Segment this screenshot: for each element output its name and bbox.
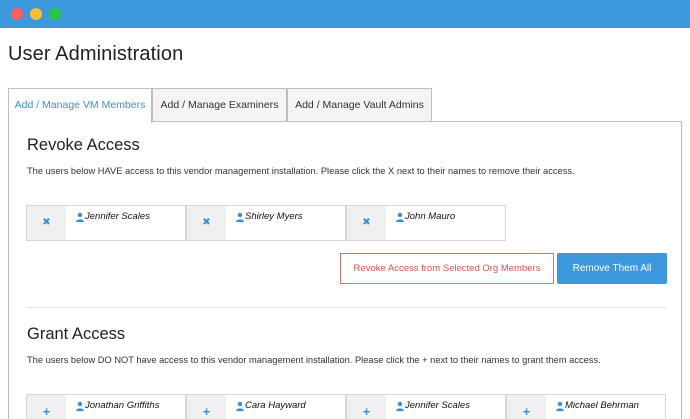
person-icon (396, 212, 404, 222)
person-icon (396, 401, 404, 411)
revoke-member-card: ✖ John Mauro (346, 205, 506, 241)
add-plus-icon[interactable]: + (187, 395, 226, 419)
person-icon (76, 212, 84, 222)
section-divider (27, 307, 667, 308)
remove-x-icon[interactable]: ✖ (187, 206, 226, 240)
minimize-window-button[interactable] (30, 8, 42, 20)
remove-x-icon[interactable]: ✖ (347, 206, 386, 240)
tab-vault-admins[interactable]: Add / Manage Vault Admins (287, 88, 432, 122)
revoke-section-description: The users below HAVE access to this vend… (27, 166, 575, 176)
member-name: John Mauro (405, 211, 456, 222)
member-name: Shirley Myers (245, 211, 303, 222)
person-icon (236, 401, 244, 411)
person-icon (76, 401, 84, 411)
remove-all-button[interactable]: Remove Them All (557, 253, 667, 284)
grant-section-title: Grant Access (27, 325, 126, 343)
grant-member-card: + Jonathan Griffiths (26, 394, 186, 419)
member-name: Michael Behrman (565, 400, 639, 411)
grant-member-card: + Cara Hayward (186, 394, 346, 419)
add-plus-icon[interactable]: + (507, 395, 546, 419)
member-name: Cara Hayward (245, 400, 306, 411)
member-name: Jennifer Scales (85, 211, 150, 222)
member-name: Jennifer Scales (405, 400, 470, 411)
member-name: Jonathan Griffiths (85, 400, 160, 411)
grant-member-card: + Michael Behrman (506, 394, 666, 419)
revoke-member-card: ✖ Jennifer Scales (26, 205, 186, 241)
tab-panel: Revoke Access The users below HAVE acces… (8, 121, 682, 419)
window-titlebar (0, 0, 690, 28)
page-title: User Administration (8, 43, 184, 65)
tab-examiners[interactable]: Add / Manage Examiners (152, 88, 287, 122)
maximize-window-button[interactable] (49, 8, 61, 20)
revoke-selected-button[interactable]: Revoke Access from Selected Org Members (340, 253, 554, 284)
person-icon (236, 212, 244, 222)
close-window-button[interactable] (11, 8, 23, 20)
grant-section-description: The users below DO NOT have access to th… (27, 355, 601, 365)
remove-x-icon[interactable]: ✖ (27, 206, 66, 240)
add-plus-icon[interactable]: + (347, 395, 386, 419)
grant-member-card: + Jennifer Scales (346, 394, 506, 419)
revoke-section-title: Revoke Access (27, 136, 140, 154)
tab-vm-members[interactable]: Add / Manage VM Members (8, 88, 152, 123)
revoke-member-card: ✖ Shirley Myers (186, 205, 346, 241)
add-plus-icon[interactable]: + (27, 395, 66, 419)
person-icon (556, 401, 564, 411)
